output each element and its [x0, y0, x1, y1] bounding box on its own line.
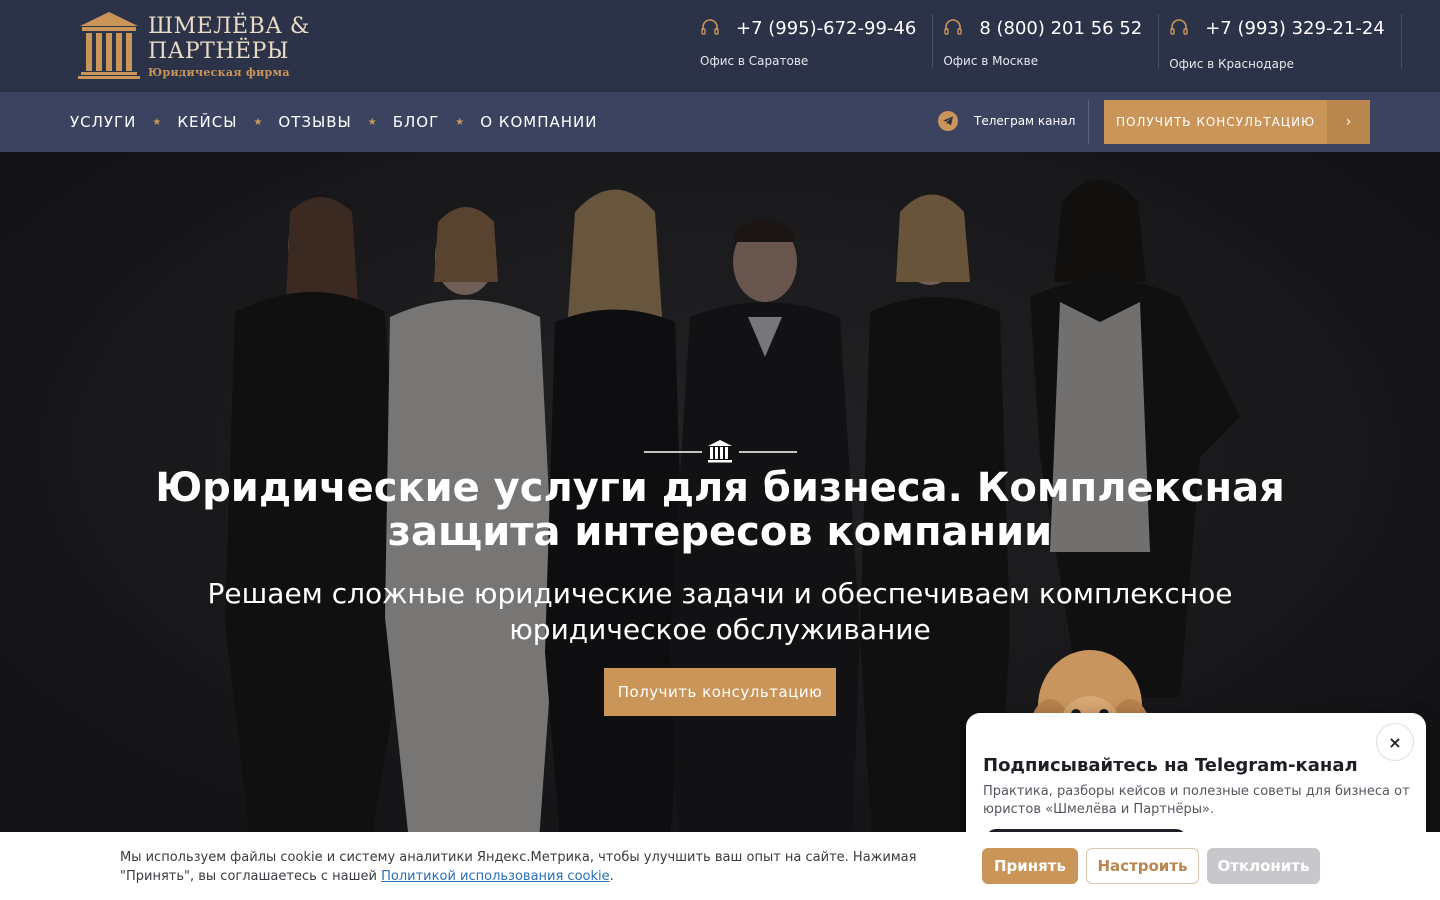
- bank-building-icon: [644, 440, 797, 463]
- phone-moscow: 8 (800) 201 56 52 Офис в Москве: [933, 14, 1160, 68]
- headset-icon: [944, 19, 963, 35]
- decline-cookies-button[interactable]: Отклонить: [1207, 848, 1320, 884]
- nav-divider: [1088, 100, 1089, 144]
- hero-title: Юридические услуги для бизнеса. Комплекс…: [155, 465, 1285, 555]
- nav-item-services[interactable]: УСЛУГИ: [70, 113, 136, 131]
- phone-number[interactable]: +7 (993) 329-21-24: [1205, 18, 1385, 39]
- logo-subtitle: Юридическая фирма: [148, 66, 290, 79]
- phone-krasnodar: +7 (993) 329-21-24 Офис в Краснодаре: [1159, 14, 1402, 71]
- close-icon[interactable]: ×: [1376, 723, 1414, 761]
- logo-line-1: ШМЕЛЁВА &: [148, 14, 311, 39]
- office-label: Офис в Москве: [943, 54, 1039, 68]
- phone-number[interactable]: 8 (800) 201 56 52: [979, 18, 1142, 39]
- nav-item-reviews[interactable]: ОТЗЫВЫ: [278, 113, 351, 131]
- consultation-button-header[interactable]: ПОЛУЧИТЬ КОНСУЛЬТАЦИЮ ›: [1104, 100, 1370, 144]
- telegram-icon: [938, 111, 958, 131]
- consultation-button-label: ПОЛУЧИТЬ КОНСУЛЬТАЦИЮ: [1115, 115, 1316, 129]
- headset-icon: [701, 19, 719, 35]
- phone-number[interactable]: +7 (995)-672-99-46: [736, 18, 916, 39]
- office-label: Офис в Краснодаре: [1169, 57, 1294, 71]
- chevron-right-icon: ›: [1327, 100, 1370, 144]
- star-icon: ★: [253, 116, 263, 128]
- phone-saratov: +7 (995)-672-99-46 Офис в Саратове: [690, 14, 934, 68]
- star-icon: ★: [152, 116, 162, 128]
- nav-item-blog[interactable]: БЛОГ: [393, 113, 440, 131]
- hero-subtitle: Решаем сложные юридические задачи и обес…: [207, 577, 1233, 646]
- phone-list: +7 (995)-672-99-46 Офис в Саратове 8 (80…: [690, 14, 1402, 71]
- headset-icon: [1170, 19, 1188, 35]
- accept-cookies-button[interactable]: Принять: [982, 848, 1078, 884]
- office-label: Офис в Саратове: [700, 54, 809, 68]
- columns-logo-icon: [78, 12, 140, 79]
- logo[interactable]: ШМЕЛЁВА & ПАРТНЁРЫ Юридическая фирма: [78, 10, 310, 80]
- nav-item-cases[interactable]: КЕЙСЫ: [177, 113, 237, 131]
- consultation-button[interactable]: Получить консультацию: [604, 668, 836, 716]
- cookie-banner: Мы используем файлы cookie и систему ана…: [0, 832, 1440, 900]
- popup-text: Практика, разборы кейсов и полезные сове…: [983, 784, 1410, 817]
- top-bar: ШМЕЛЁВА & ПАРТНЁРЫ Юридическая фирма +7 …: [0, 0, 1440, 92]
- logo-line-2: ПАРТНЁРЫ: [148, 39, 290, 64]
- star-icon: ★: [455, 116, 465, 128]
- popup-title: Подписывайтесь на Telegram-канал: [983, 755, 1358, 776]
- configure-cookies-button[interactable]: Настроить: [1086, 848, 1199, 884]
- telegram-channel-link[interactable]: Телеграм канал: [938, 111, 1075, 131]
- menu: УСЛУГИ ★ КЕЙСЫ ★ ОТЗЫВЫ ★ БЛОГ ★ О КОМПА…: [70, 92, 597, 152]
- nav-item-about[interactable]: О КОМПАНИИ: [480, 113, 597, 131]
- star-icon: ★: [367, 116, 377, 128]
- cookie-message-end: .: [609, 869, 614, 884]
- telegram-label: Телеграм канал: [974, 114, 1076, 128]
- cookie-text: Мы используем файлы cookie и систему ана…: [120, 848, 970, 886]
- cookie-policy-link[interactable]: Политикой использования cookie: [381, 869, 610, 884]
